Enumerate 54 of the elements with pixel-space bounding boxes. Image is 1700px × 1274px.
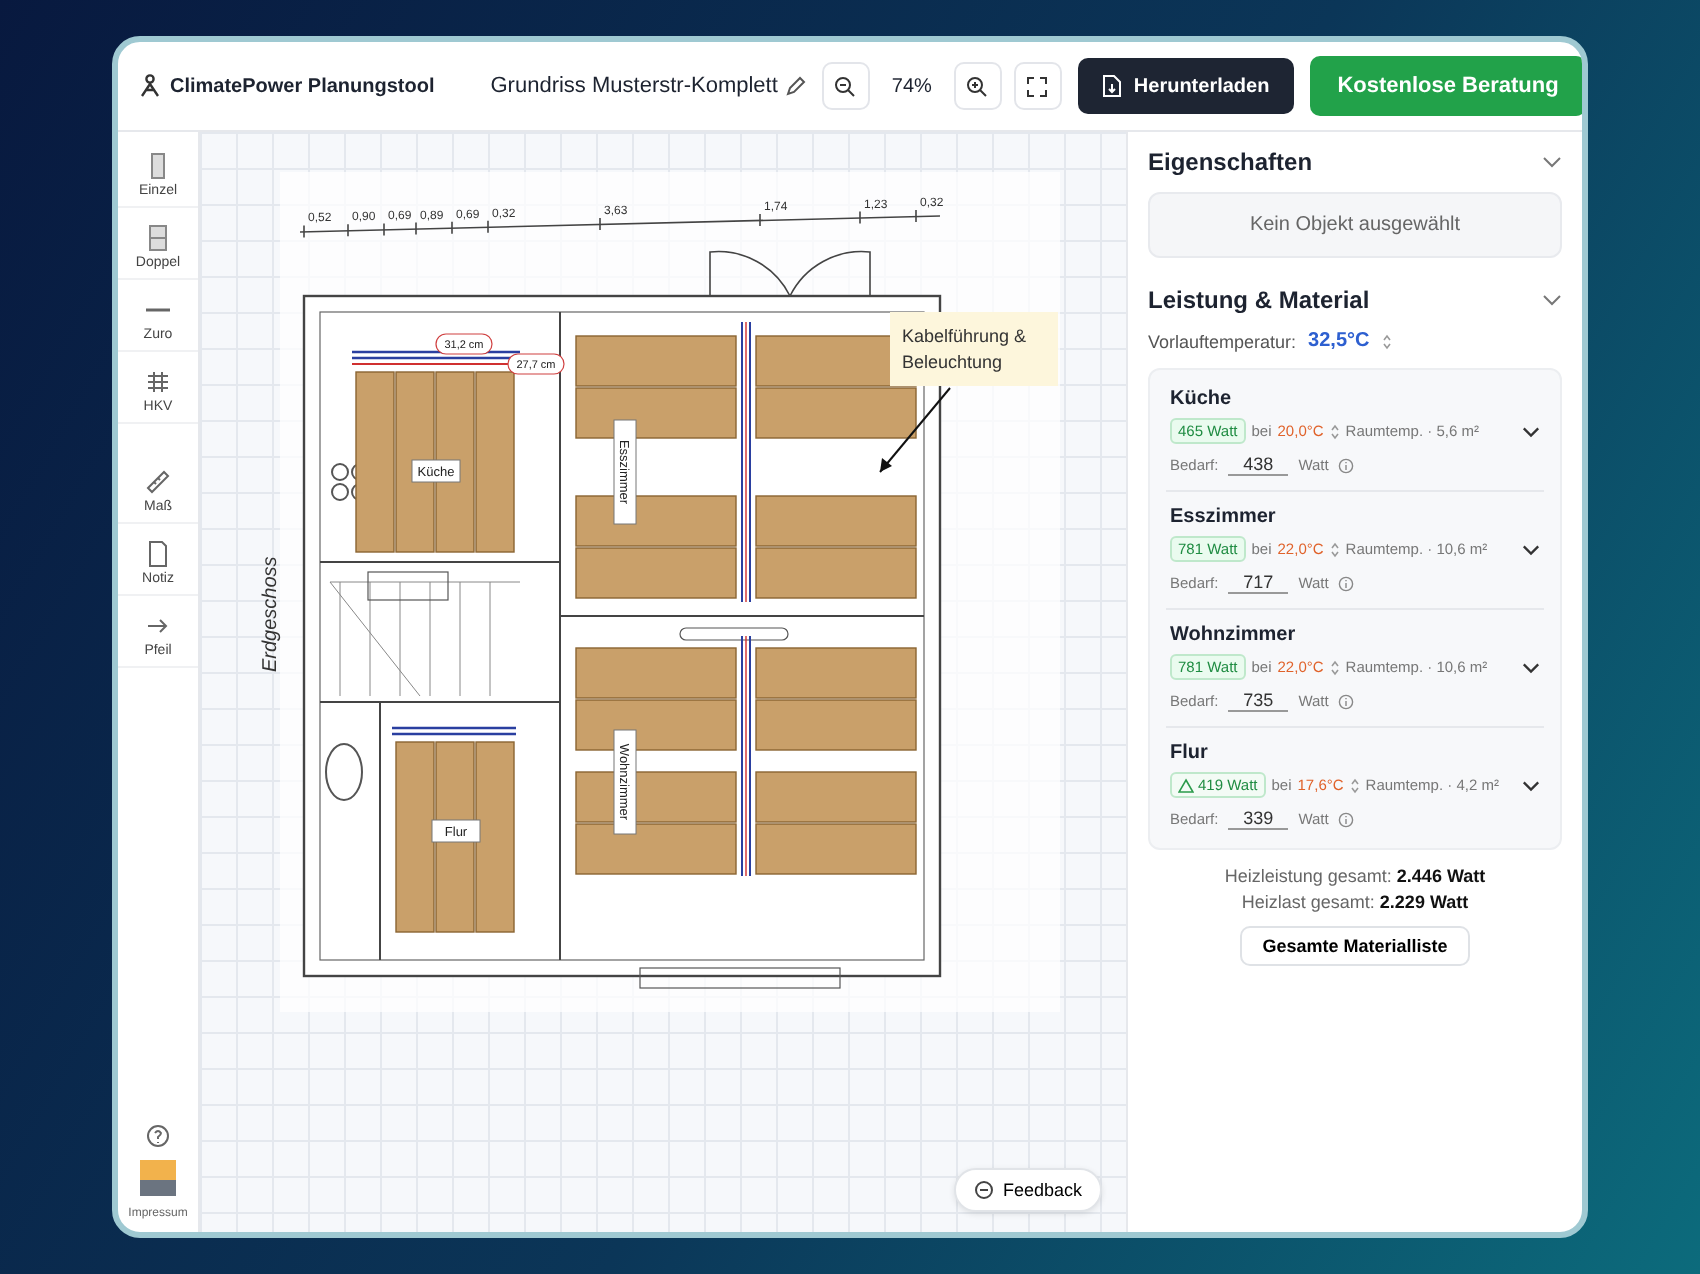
room-name: Wohnzimmer [1170, 624, 1298, 646]
zoom-out-icon [834, 75, 857, 97]
info-icon[interactable] [1338, 693, 1355, 709]
fullscreen-button[interactable] [1013, 62, 1062, 110]
info-icon[interactable] [1338, 811, 1355, 827]
chevron-icon[interactable] [1522, 779, 1540, 791]
zoom-in-button[interactable] [953, 62, 1002, 110]
demand-field[interactable]: 438 [1228, 454, 1289, 476]
demand-field[interactable]: 717 [1228, 572, 1289, 594]
chevron-icon[interactable] [1522, 661, 1540, 673]
document-title[interactable]: Grundriss Musterstr-Komplett [490, 74, 778, 98]
info-icon[interactable] [1338, 457, 1355, 473]
warning-icon [1178, 777, 1194, 793]
file-download-icon [1101, 74, 1122, 98]
zoom-in-icon [966, 75, 989, 97]
info-icon[interactable] [1338, 575, 1355, 591]
person-icon [138, 74, 162, 98]
chat-icon [974, 1180, 995, 1200]
zoom-out-button[interactable] [821, 62, 870, 110]
section-title: Leistung & Material [1148, 286, 1370, 314]
chevron-icon[interactable] [1522, 425, 1540, 437]
total-text: Heizleistung gesamt: 2.446 Watt [1224, 866, 1486, 886]
section-title: Eigenschaften [1148, 148, 1313, 176]
total-text: Heizlast gesamt: 2.229 Watt [1241, 892, 1469, 912]
stepper-icon[interactable] [1329, 541, 1340, 557]
app-title: ClimatePower Planungstool [170, 75, 435, 97]
flow-temperature-label: Vorlauftemperatur: [1148, 331, 1297, 351]
grid-icon [144, 368, 172, 396]
empty-state-text: Kein Objekt ausgewählt [1249, 214, 1461, 236]
room-name: Küche [1170, 388, 1234, 410]
demand-field[interactable]: 735 [1228, 690, 1289, 712]
help-icon[interactable] [146, 1124, 170, 1148]
note-label[interactable]: Kabelführung & Beleuchtung [890, 312, 1058, 387]
demand-field[interactable]: 339 [1228, 808, 1289, 830]
stepper-icon[interactable] [1381, 333, 1392, 349]
stepper-icon[interactable] [1349, 777, 1360, 793]
photo-placeholder [140, 1160, 176, 1196]
zoom-level: 74% [889, 75, 934, 97]
ruler-icon [144, 468, 172, 496]
stepper-icon[interactable] [1329, 659, 1340, 675]
pencil-icon[interactable] [785, 76, 806, 96]
room-name: Esszimmer [1170, 506, 1278, 528]
chevron-icon[interactable] [1522, 543, 1540, 555]
download-button[interactable]: Herunterladen [1077, 58, 1294, 114]
document-icon [144, 540, 172, 568]
room-name: Flur [1170, 742, 1210, 764]
stepper-icon[interactable] [1329, 423, 1340, 439]
leader-arrow [879, 387, 951, 473]
double-panel-icon [144, 224, 172, 252]
flow-temperature-value[interactable]: 32,5°C [1308, 330, 1370, 352]
feedback-button[interactable]: Feedback [954, 1168, 1102, 1212]
floor-label: Erdgeschoss [260, 556, 282, 672]
fullscreen-icon [1026, 75, 1049, 97]
material-list-button[interactable]: Gesamte Materialliste [1240, 926, 1470, 966]
